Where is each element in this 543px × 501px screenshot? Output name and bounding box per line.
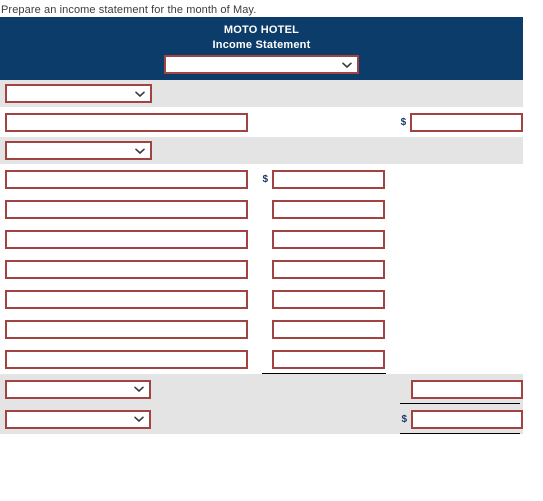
revenue-heading-select[interactable] — [5, 84, 152, 103]
revenue-label-input[interactable] — [5, 112, 248, 132]
expenses-section-heading-row — [0, 137, 523, 164]
revenue-line-row: $ — [0, 107, 523, 137]
chevron-down-icon — [342, 62, 352, 68]
expenses-heading-select[interactable] — [5, 141, 152, 160]
expense-label-input[interactable] — [5, 349, 248, 369]
expense-amount-input[interactable] — [272, 289, 385, 309]
chevron-down-icon — [133, 386, 144, 392]
expense-amount-input[interactable] — [272, 199, 385, 219]
net-income-currency-symbol: $ — [401, 413, 408, 425]
income-statement-worksheet: MOTO HOTEL Income Statement $ $ $ — [0, 17, 523, 434]
expense-amount-input[interactable] — [272, 319, 385, 339]
instruction-text: Prepare an income statement for the mont… — [1, 4, 257, 16]
net-income-row: $ — [0, 404, 523, 434]
net-income-amount-input[interactable] — [411, 409, 523, 429]
expense-line-row — [0, 284, 523, 314]
expense-label-input[interactable] — [5, 169, 248, 189]
net-income-rule — [400, 433, 520, 434]
net-income-select[interactable] — [5, 409, 151, 429]
header-select-wrapper — [0, 55, 523, 74]
expense-label-input[interactable] — [5, 199, 248, 219]
statement-title: Income Statement — [212, 39, 311, 51]
expense-line-row — [0, 194, 523, 224]
expense-amount-input[interactable] — [272, 169, 385, 189]
chevron-down-icon — [135, 91, 145, 97]
total-expenses-amount-input[interactable] — [411, 379, 523, 399]
expense-label-input[interactable] — [5, 289, 248, 309]
revenue-amount-input[interactable] — [410, 112, 523, 132]
expense-line-row — [0, 254, 523, 284]
expense-amount-input[interactable] — [272, 259, 385, 279]
company-name: MOTO HOTEL — [223, 24, 300, 36]
expense-line-row — [0, 344, 523, 374]
expense-line-row — [0, 314, 523, 344]
expense-label-input[interactable] — [5, 319, 248, 339]
revenue-currency-symbol: $ — [400, 116, 407, 128]
chevron-down-icon — [135, 148, 145, 154]
expense-line-row — [0, 224, 523, 254]
expense-amount-input[interactable] — [272, 349, 385, 369]
worksheet-header: MOTO HOTEL Income Statement — [0, 17, 523, 80]
chevron-down-icon — [133, 416, 144, 422]
expense-label-input[interactable] — [5, 259, 248, 279]
expense-line-row: $ — [0, 164, 523, 194]
period-select[interactable] — [164, 55, 359, 74]
total-expenses-select[interactable] — [5, 379, 151, 399]
expense-amount-input[interactable] — [272, 229, 385, 249]
revenue-section-heading-row — [0, 80, 523, 107]
total-expenses-row — [0, 374, 523, 404]
expense-label-input[interactable] — [5, 229, 248, 249]
expense-currency-symbol: $ — [262, 173, 268, 185]
